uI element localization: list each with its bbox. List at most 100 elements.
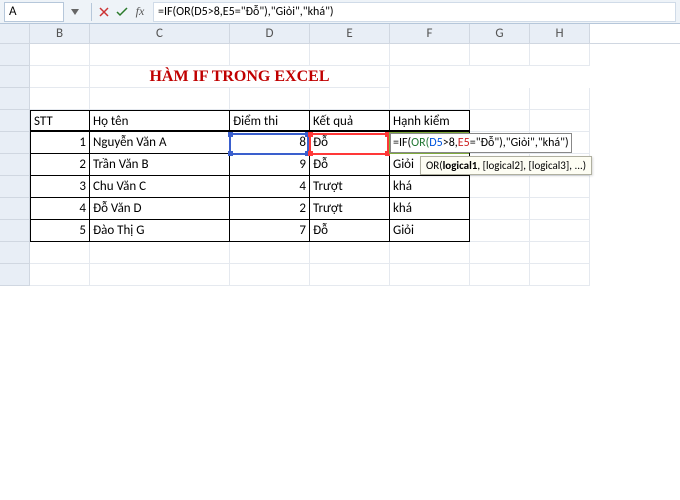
cell[interactable] <box>530 242 590 264</box>
row-header[interactable] <box>0 198 30 220</box>
cell[interactable] <box>390 44 470 66</box>
row-header[interactable] <box>0 66 30 88</box>
table-row: 1 Nguyễn Văn A 8 Đỗ <box>0 132 680 154</box>
header-hanhkiem[interactable]: Hạnh kiểm <box>390 110 470 132</box>
cell[interactable] <box>30 44 90 66</box>
header-stt[interactable]: STT <box>30 110 90 132</box>
cell[interactable] <box>390 242 470 264</box>
cell-stt[interactable]: 5 <box>30 220 90 242</box>
row-header[interactable] <box>0 242 30 264</box>
row-header[interactable] <box>0 154 30 176</box>
cell-ketqua[interactable]: Đỗ <box>310 154 390 176</box>
cell-ketqua[interactable]: Đỗ <box>310 132 390 154</box>
cell[interactable] <box>30 66 90 88</box>
header-hoten[interactable]: Họ tên <box>90 110 230 132</box>
cell-hanhkiem[interactable]: khá <box>390 176 470 198</box>
cell-hanhkiem[interactable]: Giỏi <box>390 220 470 242</box>
name-box[interactable]: A <box>4 2 64 22</box>
cell[interactable] <box>230 242 310 264</box>
cancel-icon[interactable] <box>95 3 113 21</box>
cell[interactable] <box>530 88 590 110</box>
cell[interactable] <box>30 88 90 110</box>
cell[interactable] <box>470 264 530 286</box>
cell-hoten[interactable]: Đào Thị G <box>90 220 230 242</box>
cell[interactable] <box>530 220 590 242</box>
cell[interactable] <box>530 176 590 198</box>
cell-stt[interactable]: 4 <box>30 198 90 220</box>
row-header[interactable] <box>0 110 30 132</box>
cell-hoten[interactable]: Nguyễn Văn A <box>90 132 230 154</box>
col-header-D[interactable]: D <box>230 24 310 43</box>
cell[interactable] <box>530 264 590 286</box>
select-all-corner[interactable] <box>0 24 30 43</box>
formula-input[interactable]: =IF(OR(D5>8,E5="Đỗ"),"Giỏi","khá") <box>153 2 676 22</box>
cell[interactable] <box>310 264 390 286</box>
header-diemthi[interactable]: Điểm thi <box>230 110 310 132</box>
cell[interactable] <box>530 110 590 132</box>
cell-stt[interactable]: 2 <box>30 154 90 176</box>
row: HÀM IF TRONG EXCEL <box>0 66 680 88</box>
row <box>0 264 680 286</box>
cell-stt[interactable]: 3 <box>30 176 90 198</box>
formula-ref-d5: D5 <box>429 136 442 150</box>
cell-ketqua[interactable]: Trượt <box>310 176 390 198</box>
name-box-dropdown-icon[interactable] <box>68 5 82 19</box>
cell[interactable] <box>390 88 470 110</box>
row-header[interactable] <box>0 176 30 198</box>
cell[interactable] <box>470 110 530 132</box>
cell[interactable] <box>90 242 230 264</box>
header-ketqua[interactable]: Kết quả <box>310 110 390 132</box>
cell[interactable] <box>30 242 90 264</box>
fx-icon[interactable]: fx <box>131 3 149 21</box>
col-header-C[interactable]: C <box>90 24 230 43</box>
cell[interactable] <box>230 88 310 110</box>
col-header-E[interactable]: E <box>310 24 390 43</box>
row-header[interactable] <box>0 88 30 110</box>
cell[interactable] <box>470 242 530 264</box>
cell-diemthi[interactable]: 2 <box>230 198 310 220</box>
tooltip-fn: OR( <box>426 159 443 172</box>
cell[interactable] <box>310 44 390 66</box>
cell[interactable] <box>90 44 230 66</box>
enter-icon[interactable] <box>113 3 131 21</box>
spreadsheet-grid[interactable]: B C D E F G H HÀM IF TRONG EXCEL <box>0 24 680 286</box>
cell-diemthi[interactable]: 8 <box>230 132 310 154</box>
cell[interactable] <box>470 220 530 242</box>
row-header[interactable] <box>0 220 30 242</box>
col-header-H[interactable]: H <box>530 24 590 43</box>
row <box>0 88 680 110</box>
cell-diemthi[interactable]: 7 <box>230 220 310 242</box>
cell-ketqua[interactable]: Trượt <box>310 198 390 220</box>
cell-diemthi[interactable]: 9 <box>230 154 310 176</box>
title-cell[interactable]: HÀM IF TRONG EXCEL <box>90 66 390 88</box>
cell[interactable] <box>30 264 90 286</box>
cell-diemthi[interactable]: 4 <box>230 176 310 198</box>
cell-hanhkiem[interactable]: khá <box>390 198 470 220</box>
cell[interactable] <box>470 88 530 110</box>
cell-ketqua[interactable]: Đỗ <box>310 220 390 242</box>
formula-token: >8, <box>443 136 458 150</box>
row-header[interactable] <box>0 264 30 286</box>
col-header-F[interactable]: F <box>390 24 470 43</box>
cell-stt[interactable]: 1 <box>30 132 90 154</box>
cell[interactable] <box>470 44 530 66</box>
cell[interactable] <box>530 44 590 66</box>
cell[interactable] <box>230 264 310 286</box>
cell-hoten[interactable]: Chu Văn C <box>90 176 230 198</box>
cell[interactable] <box>390 264 470 286</box>
cell[interactable] <box>310 242 390 264</box>
cell[interactable] <box>470 198 530 220</box>
cell[interactable] <box>90 88 230 110</box>
cell[interactable] <box>310 88 390 110</box>
cell[interactable] <box>530 198 590 220</box>
cell-hoten[interactable]: Trần Văn B <box>90 154 230 176</box>
cell[interactable] <box>470 176 530 198</box>
col-header-B[interactable]: B <box>30 24 90 43</box>
row-header[interactable] <box>0 44 30 66</box>
cell[interactable] <box>230 44 310 66</box>
row-header[interactable] <box>0 132 30 154</box>
col-header-G[interactable]: G <box>470 24 530 43</box>
cell[interactable] <box>90 264 230 286</box>
cell-hoten[interactable]: Đỗ Văn D <box>90 198 230 220</box>
cell-editor[interactable]: =IF(OR(D5>8,E5="Đỗ"),"Giỏi","khá") <box>390 133 572 153</box>
